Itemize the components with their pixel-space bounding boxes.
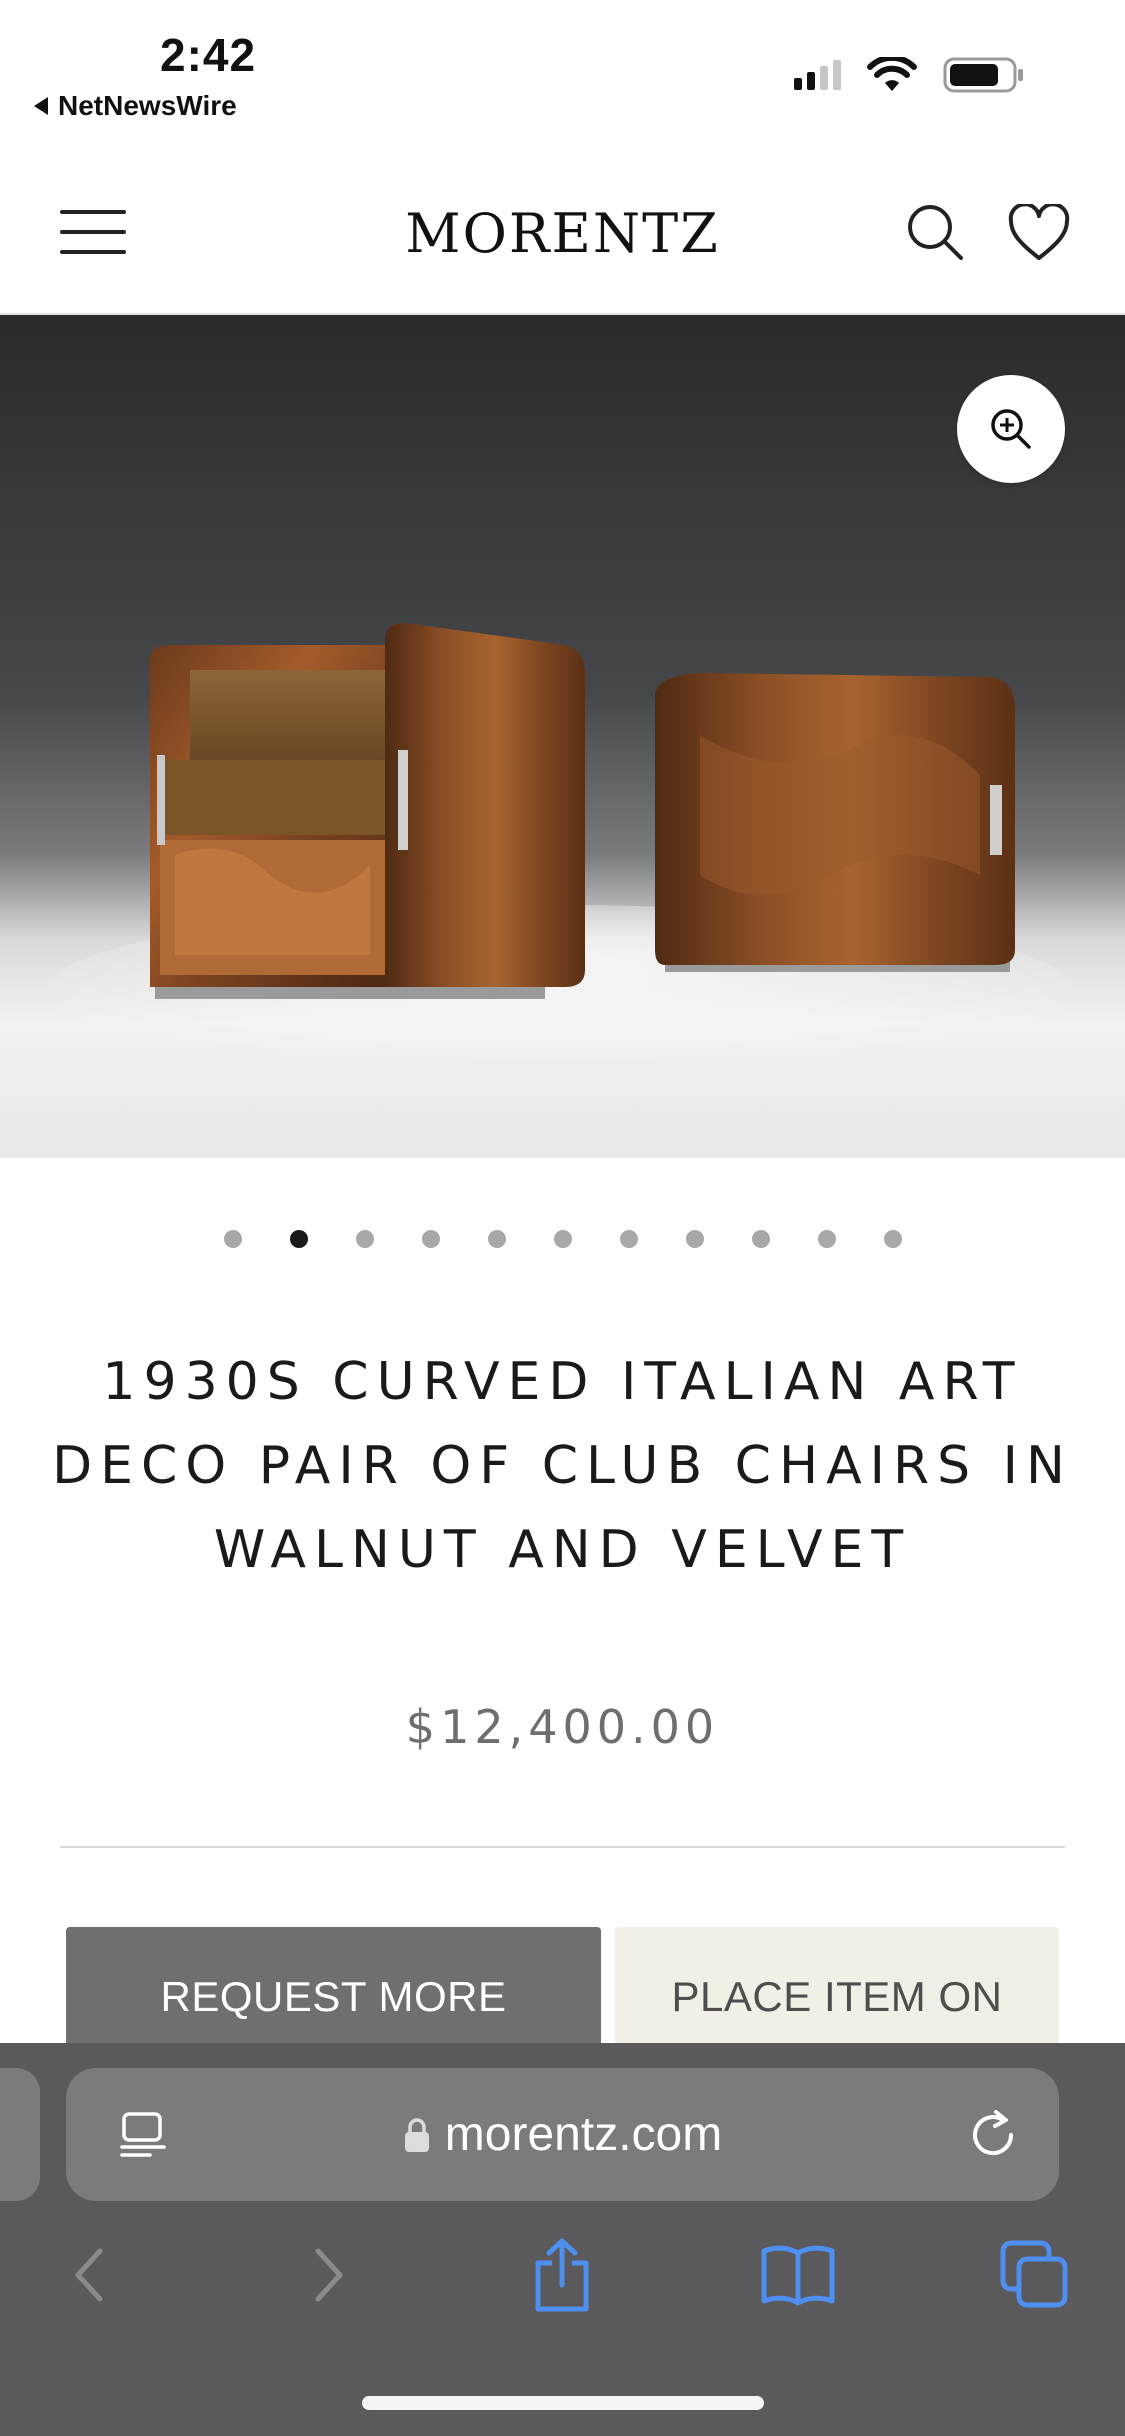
forward-icon[interactable] bbox=[290, 2235, 370, 2315]
tabs-icon[interactable] bbox=[995, 2235, 1075, 2315]
carousel-dot[interactable] bbox=[223, 1230, 242, 1248]
carousel-dot[interactable] bbox=[421, 1230, 440, 1248]
lock-icon bbox=[404, 2117, 429, 2152]
battery-icon bbox=[943, 57, 1023, 93]
home-indicator[interactable] bbox=[362, 2396, 764, 2410]
product-image[interactable] bbox=[0, 315, 1125, 1158]
url-display[interactable]: morentz.com bbox=[66, 2068, 1059, 2201]
carousel-dot[interactable] bbox=[553, 1230, 572, 1248]
product-price: $12,400.00 bbox=[405, 1700, 720, 1754]
share-icon[interactable] bbox=[522, 2235, 602, 2315]
previous-tab-peek[interactable] bbox=[0, 2068, 40, 2201]
club-chairs-illustration bbox=[40, 623, 1080, 1085]
carousel-dot[interactable] bbox=[685, 1230, 704, 1248]
carousel-dot[interactable] bbox=[355, 1230, 374, 1248]
carousel-dot[interactable] bbox=[751, 1230, 770, 1248]
cellular-signal-icon bbox=[794, 60, 841, 90]
back-app-label: NetNewsWire bbox=[58, 90, 237, 121]
carousel-dots bbox=[0, 1230, 1125, 1248]
address-bar[interactable]: morentz.com bbox=[66, 2068, 1059, 2201]
product-title: 1930s Curved Italian Art Deco Pair of Cl… bbox=[52, 1352, 1073, 1580]
safari-toolbar bbox=[0, 2235, 1125, 2345]
url-text: morentz.com bbox=[444, 2108, 723, 2161]
zoom-button[interactable] bbox=[957, 375, 1065, 483]
status-bar: 2:42 NetNewsWire bbox=[0, 0, 1125, 140]
site-header: MORENTZ bbox=[0, 140, 1125, 315]
zoom-in-icon bbox=[991, 409, 1031, 449]
reload-icon[interactable] bbox=[966, 2108, 1020, 2162]
bookmarks-icon[interactable] bbox=[758, 2235, 838, 2315]
safari-bottom-bar: morentz.com bbox=[0, 2043, 1125, 2436]
divider bbox=[60, 1846, 1065, 1848]
search-icon[interactable] bbox=[905, 202, 965, 262]
back-triangle-icon bbox=[34, 97, 48, 115]
back-to-app[interactable]: NetNewsWire bbox=[34, 90, 237, 122]
wifi-icon bbox=[867, 57, 917, 91]
back-icon[interactable] bbox=[48, 2235, 128, 2315]
carousel-dot[interactable] bbox=[883, 1230, 902, 1248]
carousel-dot[interactable] bbox=[619, 1230, 638, 1248]
carousel-dot[interactable] bbox=[817, 1230, 836, 1248]
carousel-dot[interactable] bbox=[487, 1230, 506, 1248]
carousel-dot-active[interactable] bbox=[289, 1230, 308, 1248]
heart-icon[interactable] bbox=[1008, 204, 1070, 262]
status-time: 2:42 bbox=[160, 29, 257, 81]
status-icons bbox=[794, 56, 1025, 94]
